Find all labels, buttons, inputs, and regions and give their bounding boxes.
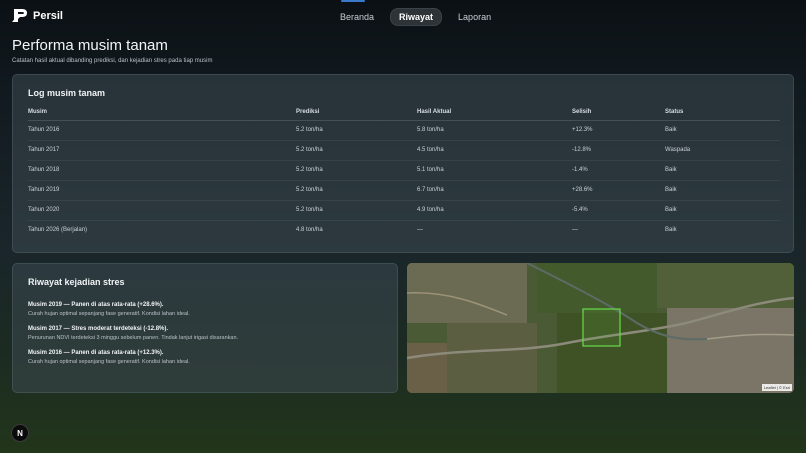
cell-selisih: +12.3% [572,120,665,141]
nav-beranda[interactable]: Beranda [332,9,382,25]
cell-selisih: -12.8% [572,140,665,161]
cell-prediksi: 5.2 ton/ha [296,160,417,181]
brand[interactable]: Persil [12,8,63,23]
nav-riwayat[interactable]: Riwayat [390,8,443,26]
cell-aktual: 5.1 ton/ha [417,160,572,181]
cell-status: Waspada [665,140,780,161]
cell-selisih: -5.4% [572,200,665,221]
cell-status: Baik [665,227,677,234]
cell-aktual: 6.7 ton/ha [417,180,572,201]
cell-prediksi: 5.2 ton/ha [296,140,417,161]
satellite-imagery[interactable] [407,263,794,393]
stress-history-card: Riwayat kejadian stres Musim 2019 — Pane… [12,263,398,393]
next-dev-badge[interactable]: N [11,424,29,442]
event-title: Musim 2019 — Panen di atas rata-rata (+2… [28,302,164,308]
cell-prediksi: 4.8 ton/ha [296,227,323,234]
season-log-title: Log musim tanam [28,88,106,98]
cell-selisih: — [572,227,578,234]
column-header-hasil-aktual: Hasil Aktual [417,104,572,121]
stress-history-title: Riwayat kejadian stres [28,277,125,287]
list-item: Musim 2019 — Panen di atas rata-rata (+2… [28,302,388,317]
event-description: Penurunan NDVI terdeteksi 3 minggu sebel… [28,335,239,341]
nav-laporan[interactable]: Laporan [450,9,499,25]
column-header-prediksi: Prediksi [296,104,417,121]
table-row: Tahun 2020 5.2 ton/ha 4.9 ton/ha -5.4% B… [28,200,780,221]
cell-selisih: -1.4% [572,160,665,181]
event-title: Musim 2016 — Panen di atas rata-rata (+1… [28,350,164,356]
top-nav-bar: Persil Beranda Riwayat Laporan [0,0,806,30]
column-header-musim: Musim [28,104,296,121]
table-row: Tahun 2017 5.2 ton/ha 4.5 ton/ha -12.8% … [28,140,780,161]
main-nav: Beranda Riwayat Laporan [332,8,499,26]
satellite-map[interactable]: Leaflet | © Esri [407,263,794,393]
event-title: Musim 2017 — Stres moderat terdeteksi (-… [28,326,169,332]
page-title: Performa musim tanam [12,37,168,54]
event-description: Curah hujan optimal sepanjang fase gener… [28,311,190,317]
cell-prediksi: 5.2 ton/ha [296,200,417,221]
map-attribution[interactable]: Leaflet | © Esri [761,384,792,391]
cell-prediksi: 5.2 ton/ha [296,180,417,201]
cell-selisih: +28.6% [572,180,665,201]
season-log-table: Musim Prediksi Hasil Aktual Selisih Stat… [28,104,780,240]
column-header-selisih: Selisih [572,104,665,121]
season-log-card: Log musim tanam Musim Prediksi Hasil Akt… [12,74,794,253]
stress-event-list: Musim 2019 — Panen di atas rata-rata (+2… [28,302,388,374]
cell-musim: Tahun 2020 [28,200,296,221]
column-header-status: Status [665,104,780,121]
cell-musim: Tahun 2017 [28,140,296,161]
persil-logo-icon [12,9,27,22]
list-item: Musim 2017 — Stres moderat terdeteksi (-… [28,326,388,341]
cell-prediksi: 5.2 ton/ha [296,120,417,141]
cell-aktual: 4.9 ton/ha [417,200,572,221]
page-subtitle: Catatan hasil aktual dibanding prediksi,… [12,58,213,64]
list-item: Musim 2016 — Panen di atas rata-rata (+1… [28,350,388,365]
nav-active-indicator [341,0,365,2]
cell-aktual: — [417,227,423,234]
table-row: Tahun 2019 5.2 ton/ha 6.7 ton/ha +28.6% … [28,180,780,201]
cell-status: Baik [665,180,780,201]
brand-name: Persil [33,9,63,22]
cell-musim: Tahun 2019 [28,180,296,201]
cell-musim: Tahun 2016 [28,120,296,141]
cell-status: Baik [665,160,780,181]
cell-aktual: 4.5 ton/ha [417,140,572,161]
cell-status: Baik [665,120,780,141]
cell-musim: Tahun 2026 (Berjalan) [28,227,88,234]
table-row: Tahun 2026 (Berjalan) 4.8 ton/ha — — Bai… [28,220,780,240]
table-row: Tahun 2018 5.2 ton/ha 5.1 ton/ha -1.4% B… [28,160,780,181]
table-header-row: Musim Prediksi Hasil Aktual Selisih Stat… [28,104,780,121]
cell-status: Baik [665,200,780,221]
cell-aktual: 5.8 ton/ha [417,120,572,141]
cell-musim: Tahun 2018 [28,160,296,181]
event-description: Curah hujan optimal sepanjang fase gener… [28,359,190,365]
field-boundary-outline[interactable] [582,308,621,347]
table-row: Tahun 2016 5.2 ton/ha 5.8 ton/ha +12.3% … [28,120,780,141]
